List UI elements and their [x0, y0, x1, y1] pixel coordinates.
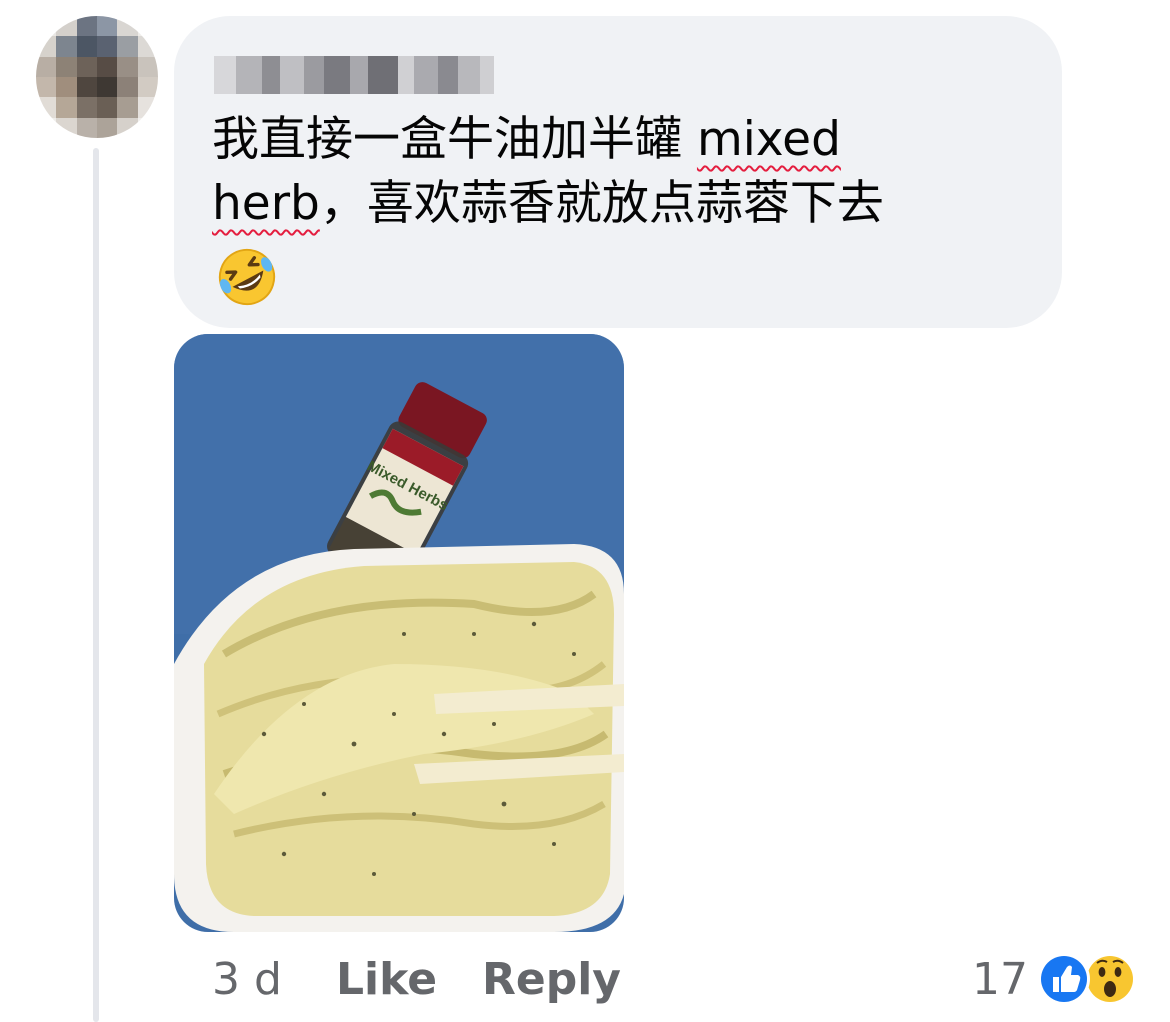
comment-bubble: 我直接一盒牛油加半罐 mixed herb，喜欢蒜香就放点蒜蓉下去 [174, 16, 1062, 328]
reply-button[interactable]: Reply [482, 948, 621, 1012]
reaction-icons[interactable] [1036, 950, 1140, 1008]
misspelled-word: mixed [696, 112, 841, 167]
thread-line [93, 148, 99, 1022]
like-button[interactable]: Like [336, 948, 437, 1012]
comment-text: 我直接一盒牛油加半罐 mixed herb，喜欢蒜香就放点蒜蓉下去 [212, 112, 884, 231]
avatar[interactable] [36, 16, 158, 138]
wow-reaction-icon [1084, 953, 1136, 1005]
misspelled-word: herb [212, 176, 320, 231]
author-name-blurred[interactable] [214, 56, 494, 94]
rolling-on-floor-laughing-emoji [218, 248, 276, 306]
butter-tub [174, 544, 624, 932]
reaction-count[interactable]: 17 [972, 948, 1028, 1012]
comment-timestamp[interactable]: 3 d [212, 948, 282, 1012]
like-reaction-icon [1038, 953, 1090, 1005]
attached-photo[interactable]: Mixed Herbs [174, 334, 624, 932]
